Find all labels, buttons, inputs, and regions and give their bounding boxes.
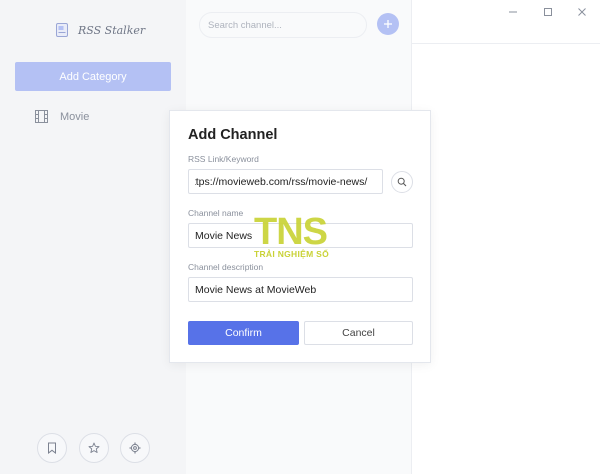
minimize-button[interactable] xyxy=(506,5,520,19)
title-bar xyxy=(412,0,600,44)
channel-name-label: Channel name xyxy=(188,208,244,218)
search-channel-input[interactable] xyxy=(199,12,367,38)
bookmark-icon xyxy=(48,442,56,454)
favorites-button[interactable] xyxy=(79,433,109,463)
category-item-movie[interactable]: Movie xyxy=(35,110,89,123)
close-button[interactable] xyxy=(575,5,589,19)
add-channel-button[interactable] xyxy=(377,13,399,35)
channel-description-label: Channel description xyxy=(188,262,264,272)
cancel-label: Cancel xyxy=(342,327,375,339)
content-panel xyxy=(412,0,600,474)
app-name: RSS Stalker xyxy=(78,23,146,37)
gear-icon xyxy=(129,442,141,454)
book-icon xyxy=(56,23,68,37)
settings-button[interactable] xyxy=(120,433,150,463)
maximize-button[interactable] xyxy=(541,5,555,19)
cancel-button[interactable]: Cancel xyxy=(304,321,413,345)
add-category-label: Add Category xyxy=(59,70,127,83)
confirm-button[interactable]: Confirm xyxy=(188,321,299,345)
sidebar: RSS Stalker Add Category Movie xyxy=(0,0,186,474)
film-icon xyxy=(35,110,48,123)
star-icon xyxy=(88,442,100,453)
rss-link-input[interactable] xyxy=(188,169,383,194)
plus-icon xyxy=(384,20,392,28)
search-rss-button[interactable] xyxy=(391,171,413,193)
close-icon xyxy=(578,8,586,16)
bookmarks-button[interactable] xyxy=(37,433,67,463)
channel-description-input[interactable] xyxy=(188,277,413,302)
maximize-icon xyxy=(544,8,552,16)
category-label: Movie xyxy=(60,110,90,123)
app-brand: RSS Stalker xyxy=(54,22,145,38)
dialog-title: Add Channel xyxy=(188,127,278,143)
add-category-button[interactable]: Add Category xyxy=(15,62,171,91)
minimize-icon xyxy=(509,11,517,13)
rss-link-label: RSS Link/Keyword xyxy=(188,154,259,164)
channel-name-input[interactable] xyxy=(188,223,413,248)
add-channel-dialog: Add Channel RSS Link/Keyword Channel nam… xyxy=(169,110,431,363)
search-icon xyxy=(397,177,407,187)
confirm-label: Confirm xyxy=(225,327,262,339)
